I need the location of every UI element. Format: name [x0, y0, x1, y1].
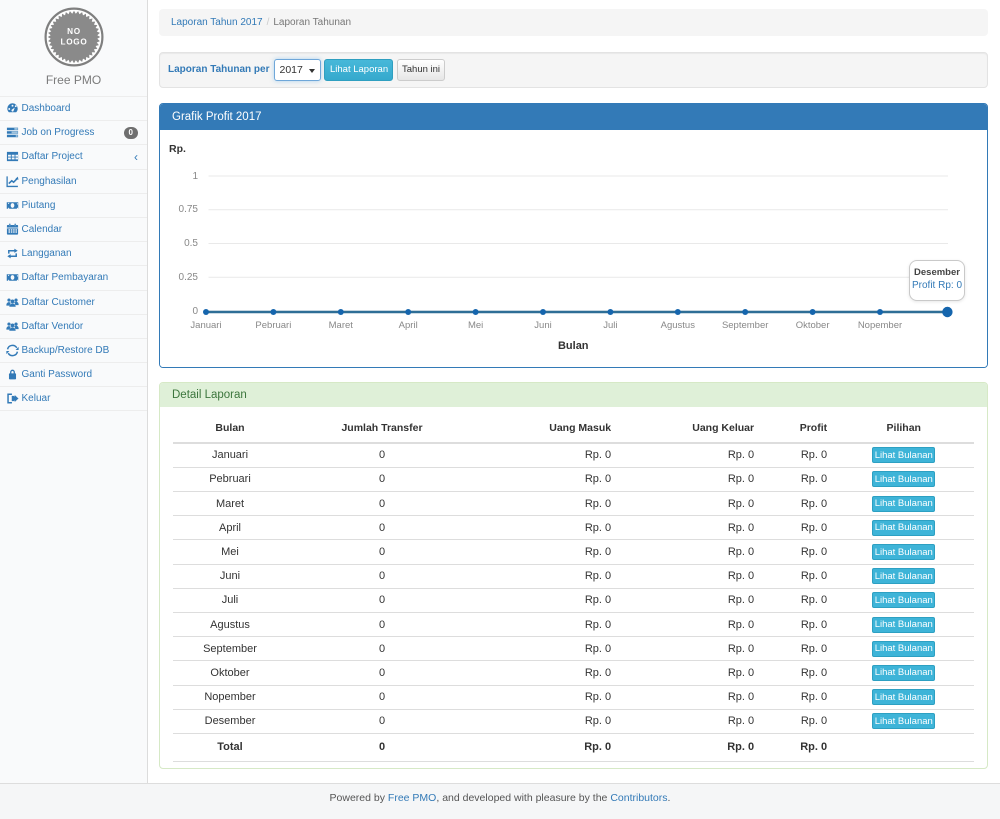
- svg-text:LOGO: LOGO: [60, 38, 87, 47]
- svg-text:NO: NO: [67, 27, 81, 36]
